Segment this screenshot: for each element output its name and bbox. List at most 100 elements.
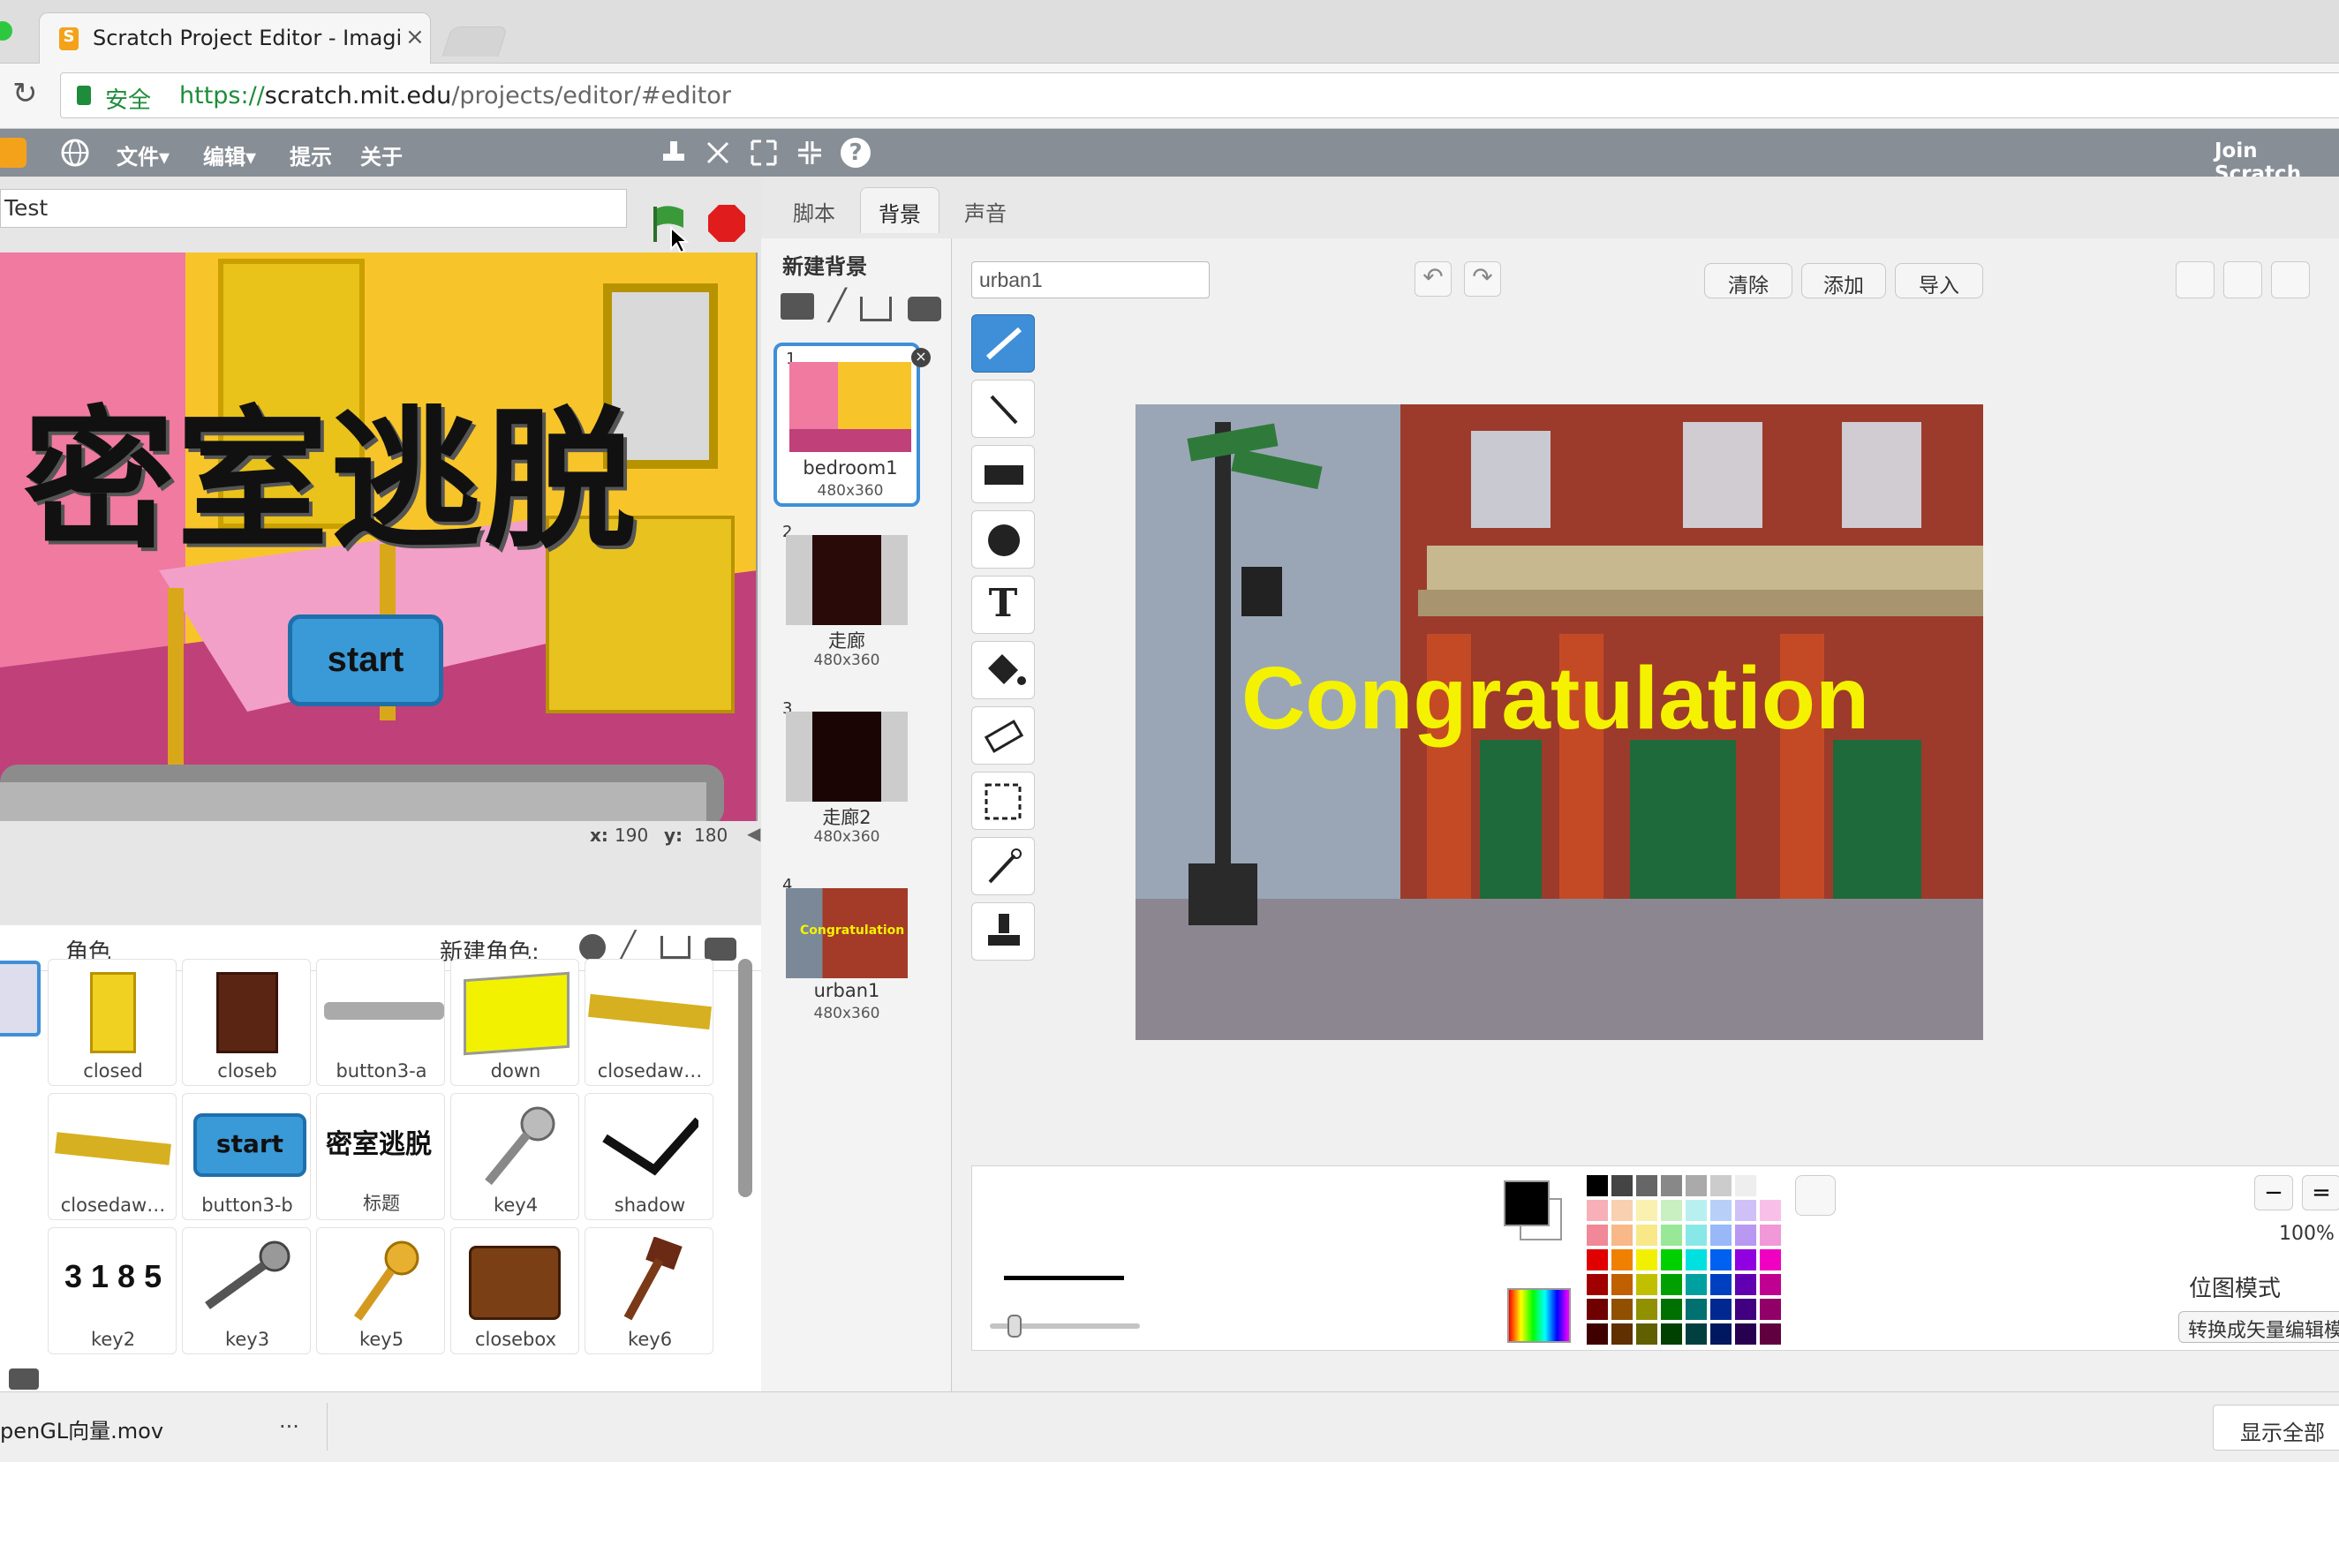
color-swatch[interactable] [1636,1225,1657,1246]
color-swatch[interactable] [1735,1274,1756,1295]
color-swatch[interactable] [1686,1200,1707,1221]
crop-icon[interactable] [2176,261,2215,298]
color-swatch[interactable] [1735,1200,1756,1221]
color-swatch[interactable] [1611,1200,1633,1221]
import-button[interactable]: 导入 [1895,263,1983,298]
scratch-logo-icon[interactable] [0,138,26,168]
congratulation-text[interactable]: Congratulation [1241,648,1869,750]
color-swatch[interactable] [1686,1175,1707,1196]
color-swatch[interactable] [1760,1274,1781,1295]
sprite-tile[interactable]: 3185 key2 [48,1227,177,1354]
tab-scripts[interactable]: 脚本 [775,187,853,233]
backdrop-library-icon[interactable] [781,293,814,320]
ellipse-tool-icon[interactable] [971,510,1035,569]
clear-button[interactable]: 清除 [1704,263,1792,298]
color-swatch[interactable] [1735,1323,1756,1345]
collapse-stage-icon[interactable]: ◀ [747,823,760,844]
download-more-icon[interactable]: ... [279,1408,299,1433]
costume-name-input[interactable] [971,261,1210,298]
color-swatch[interactable] [1611,1249,1633,1270]
download-file-name[interactable]: penGL向量.mov [0,1413,163,1444]
redo-icon[interactable]: ↷ [1464,261,1501,297]
color-swatch[interactable] [1710,1249,1732,1270]
color-swatch[interactable] [1661,1200,1682,1221]
sprite-tile[interactable]: down [450,959,579,1086]
color-swatch[interactable] [1611,1225,1633,1246]
color-swatch[interactable] [1735,1299,1756,1320]
color-swatch[interactable] [1661,1249,1682,1270]
color-swatch[interactable] [1661,1225,1682,1246]
color-swatch[interactable] [1735,1249,1756,1270]
color-swatch[interactable] [1587,1225,1608,1246]
paint-canvas[interactable]: Congratulation [1136,404,1983,1040]
color-swatch[interactable] [1611,1274,1633,1295]
color-swatch[interactable] [1587,1175,1608,1196]
stage-canvas[interactable]: 密室逃脱 start [0,253,758,821]
color-swatch[interactable] [1587,1323,1608,1345]
eyedropper-icon[interactable] [1795,1175,1836,1216]
upload-backdrop-icon[interactable] [860,297,892,321]
brush-size-slider-handle[interactable] [1007,1315,1022,1338]
backdrop-item[interactable]: 1 bedroom1 480x360 × [773,343,931,507]
color-swatch[interactable] [1760,1175,1781,1196]
sprite-tile[interactable]: closedaw… [585,959,713,1086]
convert-to-vector-button[interactable]: 转换成矢量编辑模式 [2178,1311,2339,1343]
brush-tool-icon[interactable] [971,314,1035,373]
color-swatch[interactable] [1636,1175,1657,1196]
flip-horizontal-icon[interactable] [2223,261,2262,298]
zoom-reset-icon[interactable]: = [2302,1175,2339,1210]
color-swatch[interactable] [1760,1299,1781,1320]
tab-backdrops[interactable]: 背景 [860,187,939,233]
sprite-tile[interactable]: start button3-b [182,1093,311,1220]
sprite-tile[interactable]: 密室逃脱 标题 [316,1093,445,1220]
color-swatch[interactable] [1661,1175,1682,1196]
reload-icon[interactable]: ↻ [12,76,38,111]
color-swatch[interactable] [1686,1274,1707,1295]
show-all-downloads-button[interactable]: 显示全部 [2213,1405,2339,1451]
sprite-tile[interactable]: shadow [585,1093,713,1220]
color-swatch[interactable] [1760,1200,1781,1221]
color-swatch[interactable] [1710,1274,1732,1295]
menu-about[interactable]: 关于 [360,139,403,170]
text-tool-icon[interactable]: T [971,576,1035,634]
color-swatch[interactable] [1636,1249,1657,1270]
cut-scissors-icon[interactable] [703,138,733,168]
color-swatch[interactable] [1587,1249,1608,1270]
color-swatch[interactable] [1710,1225,1732,1246]
color-swatch[interactable] [1611,1299,1633,1320]
stage-thumbnail[interactable] [0,961,41,1037]
color-swatch[interactable] [1710,1175,1732,1196]
window-zoom-button[interactable] [0,21,12,41]
color-swatch[interactable] [1710,1323,1732,1345]
menu-file[interactable]: 文件▾ [117,139,170,170]
rectangle-tool-icon[interactable] [971,445,1035,503]
color-swatch[interactable] [1661,1274,1682,1295]
sprite-scrollbar[interactable] [738,959,752,1197]
color-swatch[interactable] [1735,1175,1756,1196]
omnibox[interactable]: 安全 https://scratch.mit.edu/projects/edit… [60,72,2339,118]
browser-tab-active[interactable]: S Scratch Project Editor - Imagin × [39,12,431,64]
paint-backdrop-brush-icon[interactable]: ╱ [828,288,846,323]
zoom-out-icon[interactable]: − [2254,1175,2293,1210]
color-swatch[interactable] [1636,1274,1657,1295]
sprite-tile[interactable]: closeb [182,959,311,1086]
backdrop-item[interactable]: 2 走廊 480x360 [773,519,920,683]
new-tab-button[interactable] [441,26,509,57]
color-swatch[interactable] [1636,1200,1657,1221]
color-swatch[interactable] [1587,1299,1608,1320]
color-swatch[interactable] [1587,1200,1608,1221]
select-tool-icon[interactable] [971,772,1035,830]
foreground-color-swatch[interactable] [1504,1180,1550,1226]
color-swatch[interactable] [1587,1274,1608,1295]
upload-sprite-icon[interactable] [660,936,690,959]
stamp-tool-icon[interactable] [971,902,1035,961]
color-swatch[interactable] [1710,1299,1732,1320]
globe-icon[interactable] [60,138,90,168]
color-swatch[interactable] [1611,1175,1633,1196]
add-button[interactable]: 添加 [1801,263,1886,298]
color-swatch[interactable] [1661,1299,1682,1320]
backdrop-item[interactable]: 4 Congratulation urban1 480x360 [773,872,920,1037]
delete-backdrop-icon[interactable]: × [911,348,931,367]
camera-backdrop-icon[interactable] [908,297,941,321]
color-swatch[interactable] [1760,1323,1781,1345]
